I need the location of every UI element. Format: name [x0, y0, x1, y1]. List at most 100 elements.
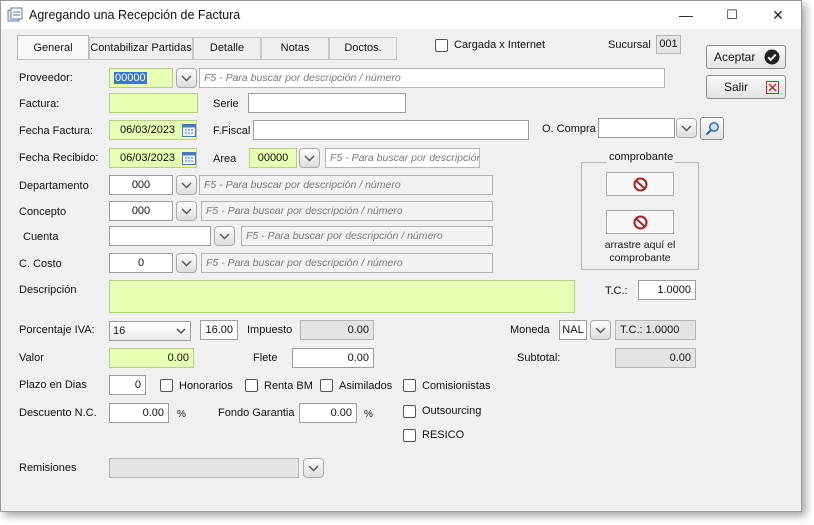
- search-icon: [705, 122, 719, 136]
- concepto-label: Concepto: [19, 206, 67, 218]
- tab-contabilizar-partidas[interactable]: Contabilizar Partidas: [89, 37, 193, 59]
- serie-input[interactable]: [248, 93, 406, 113]
- cuenta-input[interactable]: [109, 226, 211, 246]
- remisiones-label: Remisiones: [19, 462, 77, 474]
- tc-label: T.C.:: [605, 285, 628, 297]
- iva-rate-field[interactable]: 16.00: [200, 320, 238, 340]
- flete-label: Flete: [253, 352, 278, 364]
- factura-input[interactable]: [109, 93, 198, 113]
- departamento-search[interactable]: F5 - Para buscar por descripción / númer…: [199, 175, 493, 195]
- proveedor-input[interactable]: 00000: [109, 68, 173, 88]
- sucursal-label: Sucursal: [608, 39, 651, 51]
- concepto-input[interactable]: 000: [109, 201, 173, 221]
- ocompra-label: O. Compra: [542, 123, 596, 135]
- tab-underline: [17, 59, 397, 60]
- tab-general[interactable]: General: [17, 35, 89, 60]
- minimize-button[interactable]: —: [663, 1, 709, 29]
- ocompra-input[interactable]: [598, 118, 675, 138]
- descuento-input[interactable]: 0.00: [109, 403, 169, 423]
- salir-button[interactable]: Salir: [706, 75, 786, 99]
- tab-doctos[interactable]: Doctos.: [329, 37, 397, 59]
- tab-notas[interactable]: Notas: [261, 37, 329, 59]
- comisionistas-label: Comisionistas: [422, 380, 491, 392]
- moneda-input[interactable]: NAL: [559, 320, 587, 340]
- chevron-down-icon: [308, 465, 319, 472]
- renta-bm-checkbox[interactable]: [245, 379, 258, 392]
- no-symbol-icon: [633, 177, 648, 192]
- outsourcing-checkbox[interactable]: [403, 405, 416, 418]
- concepto-dropdown-button[interactable]: [176, 201, 197, 221]
- honorarios-label: Honorarios: [179, 380, 233, 392]
- remisiones-input: [109, 458, 299, 478]
- app-icon: [7, 7, 23, 22]
- fondo-input[interactable]: 0.00: [299, 403, 357, 423]
- window-title: Agregando una Recepción de Factura: [29, 8, 241, 22]
- chevron-down-icon: [595, 327, 606, 334]
- remisiones-dropdown-button[interactable]: [303, 458, 324, 478]
- ocompra-search-button[interactable]: [700, 117, 724, 140]
- porcentaje-iva-value: 16: [113, 325, 126, 337]
- ccosto-search[interactable]: F5 - Para buscar por descripción / númer…: [201, 253, 493, 273]
- ffiscal-input[interactable]: [253, 120, 529, 140]
- area-dropdown-button[interactable]: [299, 148, 320, 168]
- cargada-internet-label: Cargada x Internet: [454, 39, 546, 51]
- fecha-factura-label: Fecha Factura:: [19, 125, 93, 137]
- porcentaje-iva-select[interactable]: 16: [109, 321, 191, 341]
- maximize-button[interactable]: ☐: [709, 1, 755, 29]
- valor-input[interactable]: 0.00: [109, 348, 194, 368]
- cuenta-dropdown-button[interactable]: [214, 226, 235, 246]
- plazo-input[interactable]: 0: [109, 375, 146, 395]
- ccosto-dropdown-button[interactable]: [176, 253, 197, 273]
- resico-label: RESICO: [422, 429, 465, 441]
- area-label: Area: [213, 153, 237, 165]
- close-button[interactable]: ✕: [755, 1, 801, 29]
- asimilados-checkbox[interactable]: [320, 379, 333, 392]
- cuenta-search[interactable]: F5 - Para buscar por descripción / númer…: [241, 226, 493, 246]
- departamento-label: Departamento: [19, 180, 89, 192]
- descripcion-input[interactable]: [109, 280, 575, 313]
- proveedor-label: Proveedor:: [19, 72, 73, 84]
- ccosto-input[interactable]: 0: [109, 253, 173, 273]
- fondo-label: Fondo Garantia: [218, 407, 295, 419]
- chevron-down-icon: [181, 260, 192, 267]
- aceptar-label: Aceptar: [714, 50, 756, 64]
- salir-label: Salir: [724, 80, 749, 94]
- calendar-icon[interactable]: [182, 123, 196, 137]
- descuento-label: Descuento N.C.: [19, 407, 97, 419]
- comprobante-drop-text: arrastre aquí el comprobante: [604, 239, 676, 264]
- chevron-down-icon: [181, 75, 192, 82]
- factura-label: Factura:: [19, 98, 60, 110]
- cargada-internet-checkbox[interactable]: [435, 39, 448, 52]
- valor-label: Valor: [19, 352, 44, 364]
- calendar-icon[interactable]: [182, 151, 196, 165]
- fecha-recibido-label: Fecha Recibido:: [19, 152, 99, 164]
- comprobante-slot-2[interactable]: [606, 210, 674, 234]
- area-input[interactable]: 00000: [249, 148, 297, 168]
- moneda-dropdown-button[interactable]: [590, 320, 611, 340]
- comisionistas-checkbox[interactable]: [403, 379, 416, 392]
- impuesto-label: Impuesto: [247, 324, 293, 336]
- ocompra-dropdown-button[interactable]: [676, 118, 697, 138]
- serie-label: Serie: [213, 98, 239, 110]
- comprobante-slot-1[interactable]: [606, 172, 674, 196]
- tc-input[interactable]: 1.0000: [638, 280, 696, 300]
- proveedor-dropdown-button[interactable]: [176, 68, 197, 88]
- aceptar-button[interactable]: Aceptar: [706, 45, 786, 69]
- chevron-down-icon: [304, 155, 315, 162]
- area-search[interactable]: F5 - Para buscar por descripción: [325, 148, 480, 168]
- fondo-percent: %: [364, 409, 373, 420]
- comprobante-title: comprobante: [607, 151, 676, 163]
- chevron-down-icon: [181, 182, 192, 189]
- concepto-search[interactable]: F5 - Para buscar por descripción / númer…: [201, 201, 493, 221]
- departamento-dropdown-button[interactable]: [176, 175, 197, 195]
- tab-detalle[interactable]: Detalle: [193, 37, 261, 59]
- departamento-input[interactable]: 000: [109, 175, 173, 195]
- honorarios-checkbox[interactable]: [160, 379, 173, 392]
- proveedor-search[interactable]: F5 - Para buscar por descripción / númer…: [199, 68, 665, 88]
- plazo-label: Plazo en Dias: [19, 379, 87, 391]
- resico-checkbox[interactable]: [403, 429, 416, 442]
- cuenta-label: Cuenta: [23, 231, 59, 243]
- flete-input[interactable]: 0.00: [292, 348, 374, 368]
- moneda-label: Moneda: [510, 324, 550, 336]
- descripcion-label: Descripción: [19, 284, 77, 296]
